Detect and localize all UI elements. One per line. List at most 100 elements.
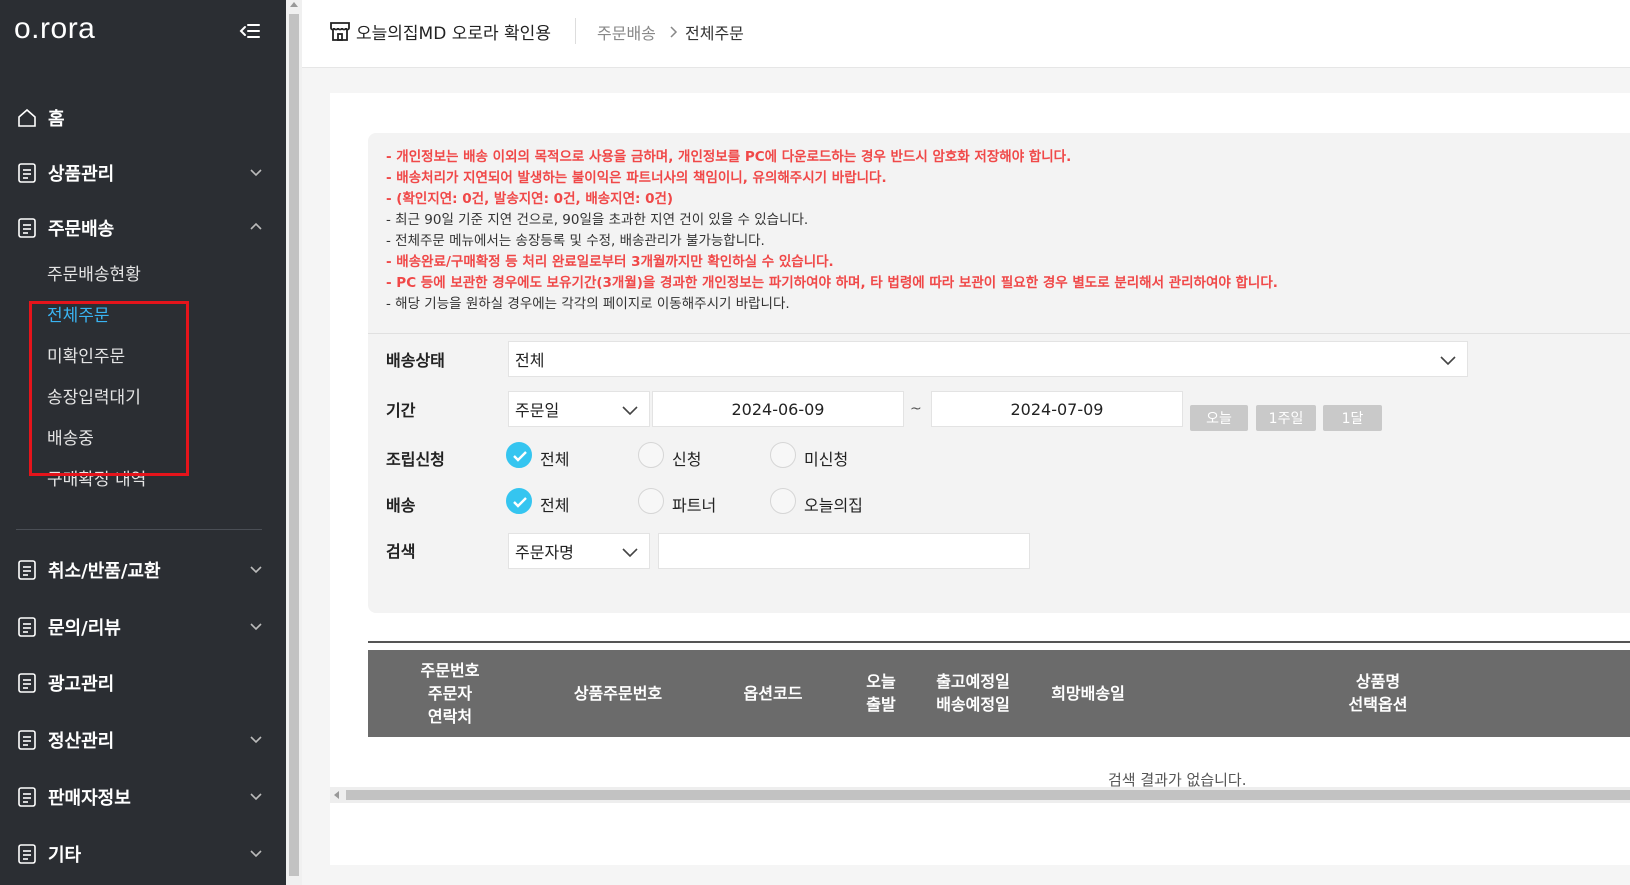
- breadcrumb-current: 전체주문: [685, 24, 744, 43]
- notice-line: - 배송처리가 지연되어 발생하는 불이익은 파트너사의 책임이니, 유의해주시…: [386, 170, 887, 186]
- shipping-partner-radio[interactable]: [638, 488, 664, 514]
- quick-week-button[interactable]: 1주일: [1256, 405, 1316, 431]
- horizontal-scrollbar[interactable]: [330, 787, 1630, 803]
- document-icon: [16, 672, 38, 694]
- menu-item-settlement[interactable]: 정산관리: [16, 723, 268, 757]
- panel-divider: [368, 333, 1630, 334]
- assembly-not-requested-label[interactable]: 미신청: [804, 446, 848, 470]
- menu-label: 광고관리: [48, 674, 115, 695]
- vertical-scrollbar[interactable]: [286, 0, 302, 885]
- shipping-label: 배송: [386, 496, 416, 515]
- start-date-input[interactable]: 2024-06-09: [652, 391, 904, 427]
- menu-label: 취소/반품/교환: [48, 561, 161, 582]
- notice-line: - (확인지연: 0건, 발송지연: 0건, 배송지연: 0건): [386, 191, 674, 207]
- menu-item-seller-info[interactable]: 판매자정보: [16, 780, 268, 814]
- menu-item-home[interactable]: 홈: [16, 101, 268, 135]
- th-today-departure: 오늘 출발: [866, 672, 896, 714]
- chevron-right-icon: [667, 23, 679, 38]
- logo[interactable]: o.rora: [14, 12, 95, 46]
- period-type-value: 주문일: [515, 401, 560, 420]
- menu-label: 주문배송: [48, 219, 115, 240]
- chevron-down-icon: [248, 164, 264, 180]
- chevron-down-icon: [248, 788, 264, 804]
- period-type-select[interactable]: 주문일: [508, 391, 650, 427]
- document-icon: [16, 786, 38, 808]
- store-name[interactable]: 오늘의집MD 오로라 확인용: [356, 19, 551, 44]
- th-desired-date: 희망배송일: [1051, 684, 1125, 703]
- home-icon: [16, 107, 38, 129]
- document-icon: [16, 843, 38, 865]
- document-icon: [16, 729, 38, 751]
- chevron-down-icon: [621, 403, 639, 417]
- end-date-input[interactable]: 2024-07-09: [931, 391, 1183, 427]
- notice-line: - 전체주문 메뉴에서는 송장등록 및 수정, 배송관리가 불가능합니다.: [386, 233, 765, 249]
- sidebar-divider: [16, 529, 262, 530]
- menu-item-etc[interactable]: 기타: [16, 837, 268, 871]
- shipping-all-radio[interactable]: [506, 488, 532, 514]
- chevron-down-icon: [248, 618, 264, 634]
- store-icon: [329, 20, 351, 42]
- filter-panel: - 개인정보는 배송 이외의 목적으로 사용을 금하며, 개인정보를 PC에 다…: [368, 133, 1630, 613]
- notice-line: - 배송완료/구매확정 등 처리 완료일로부터 3개월까지만 확인하실 수 있습…: [386, 254, 834, 270]
- scroll-left-icon[interactable]: [334, 791, 339, 799]
- delivery-status-label: 배송상태: [386, 351, 445, 370]
- check-icon: [513, 497, 527, 508]
- menu-label: 홈: [48, 109, 65, 130]
- assembly-not-requested-radio[interactable]: [770, 442, 796, 468]
- menu-label: 상품관리: [48, 164, 115, 185]
- menu-item-orders[interactable]: 주문배송: [16, 211, 268, 245]
- table-top-border: [368, 641, 1630, 643]
- menu-item-returns[interactable]: 취소/반품/교환: [16, 553, 268, 587]
- scrollbar-thumb[interactable]: [289, 14, 299, 876]
- chevron-down-icon: [1439, 353, 1457, 367]
- start-date-value: 2024-06-09: [731, 399, 825, 419]
- search-label: 검색: [386, 542, 416, 561]
- sidebar: o.rora 홈 상품관리 주문배송 주문배송현황 전체주문 미확인주문 송장입…: [0, 0, 286, 885]
- delivery-status-select[interactable]: 전체: [508, 341, 1468, 377]
- menu-label: 판매자정보: [48, 788, 131, 809]
- main-content: - 개인정보는 배송 이외의 목적으로 사용을 금하며, 개인정보를 PC에 다…: [330, 93, 1630, 865]
- search-input[interactable]: [658, 533, 1030, 569]
- th-product-name: 상품명 선택옵션: [1348, 672, 1408, 714]
- scrollbar-thumb[interactable]: [346, 790, 1630, 800]
- th-order-number: 주문번호 주문자 연락처: [420, 661, 480, 726]
- document-icon: [16, 162, 38, 184]
- assembly-all-radio[interactable]: [506, 442, 532, 468]
- menu-item-inquiries[interactable]: 문의/리뷰: [16, 610, 268, 644]
- th-option-code: 옵션코드: [743, 684, 803, 703]
- header-divider: [575, 18, 576, 44]
- notice-line: - 최근 90일 기준 지연 건으로, 90일을 초과한 지연 건이 있을 수 …: [386, 212, 809, 228]
- chevron-down-icon: [248, 561, 264, 577]
- shipping-ohouse-radio[interactable]: [770, 488, 796, 514]
- quick-today-button[interactable]: 오늘: [1190, 405, 1248, 431]
- search-type-select[interactable]: 주문자명: [508, 533, 650, 569]
- assembly-requested-label[interactable]: 신청: [672, 446, 701, 470]
- empty-result-message: 검색 결과가 없습니다.: [1108, 771, 1247, 787]
- notice-line: - 개인정보는 배송 이외의 목적으로 사용을 금하며, 개인정보를 PC에 다…: [386, 149, 1072, 165]
- menu-item-ads[interactable]: 광고관리: [16, 666, 268, 700]
- th-ship-date: 출고예정일 배송예정일: [936, 672, 1010, 714]
- table-header: 주문번호 주문자 연락처 상품주문번호 옵션코드 오늘 출발 출고예정일 배송예…: [368, 650, 1630, 737]
- menu-label: 기타: [48, 845, 82, 866]
- breadcrumb-parent[interactable]: 주문배송: [597, 20, 656, 44]
- chevron-down-icon: [621, 545, 639, 559]
- th-product-order-number: 상품주문번호: [573, 684, 663, 703]
- assembly-requested-radio[interactable]: [638, 442, 664, 468]
- chevron-up-icon: [248, 219, 264, 235]
- document-icon: [16, 217, 38, 239]
- assembly-all-label[interactable]: 전체: [540, 446, 569, 470]
- assembly-label: 조립신청: [386, 450, 445, 469]
- menu-label: 문의/리뷰: [48, 618, 121, 639]
- delivery-status-value: 전체: [515, 351, 545, 370]
- shipping-partner-label[interactable]: 파트너: [672, 492, 716, 516]
- search-type-value: 주문자명: [515, 543, 574, 562]
- collapse-sidebar-icon[interactable]: [238, 20, 262, 42]
- menu-item-products[interactable]: 상품관리: [16, 156, 268, 190]
- submenu-order-status[interactable]: 주문배송현황: [47, 260, 141, 285]
- notice-list: - 개인정보는 배송 이외의 목적으로 사용을 금하며, 개인정보를 PC에 다…: [386, 147, 1616, 315]
- shipping-all-label[interactable]: 전체: [540, 492, 569, 516]
- document-icon: [16, 559, 38, 581]
- shipping-ohouse-label[interactable]: 오늘의집: [804, 492, 863, 516]
- scroll-up-icon[interactable]: [290, 2, 298, 7]
- quick-month-button[interactable]: 1달: [1323, 405, 1382, 431]
